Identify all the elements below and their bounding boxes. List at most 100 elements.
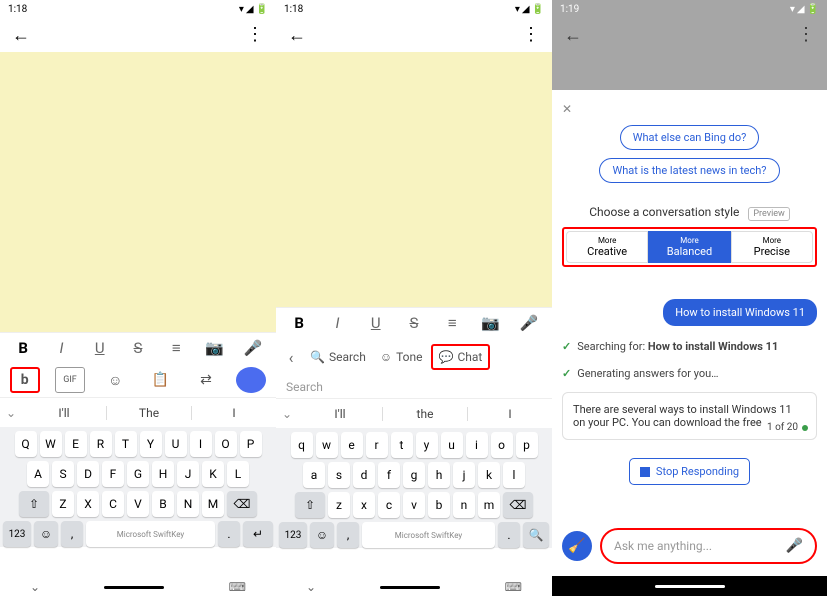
key-b[interactable]: b: [428, 492, 450, 518]
key-i[interactable]: i: [466, 432, 488, 458]
emoji-key[interactable]: ☺: [34, 521, 58, 547]
mic-button[interactable]: 🎤: [517, 314, 541, 332]
list-button[interactable]: ≡: [164, 339, 188, 357]
prediction-2[interactable]: The: [106, 406, 192, 420]
key-o[interactable]: o: [491, 432, 513, 458]
key-p[interactable]: p: [516, 432, 538, 458]
sticker-button[interactable]: ☺: [100, 367, 130, 393]
bold-button[interactable]: B: [287, 314, 311, 332]
mic-button[interactable]: 🎤: [241, 339, 265, 357]
shift-key[interactable]: ⇧: [295, 492, 325, 518]
settings-button[interactable]: [236, 367, 266, 393]
space-key[interactable]: Microsoft SwiftKey: [362, 522, 495, 548]
period-key[interactable]: .: [218, 521, 240, 547]
key-z[interactable]: Z: [52, 491, 74, 517]
key-x[interactable]: x: [353, 492, 375, 518]
key-w[interactable]: w: [316, 432, 338, 458]
new-topic-button[interactable]: 🧹: [562, 531, 592, 561]
more-icon[interactable]: ⋮: [522, 28, 540, 42]
nav-keyboard-icon[interactable]: ⌨: [229, 580, 246, 594]
key-t[interactable]: t: [391, 432, 413, 458]
backspace-key[interactable]: ⌫: [227, 491, 257, 517]
comma-key[interactable]: ,: [337, 522, 359, 548]
key-i[interactable]: I: [190, 431, 212, 457]
key-g[interactable]: G: [127, 461, 149, 487]
key-c[interactable]: C: [102, 491, 124, 517]
key-a[interactable]: A: [27, 461, 49, 487]
nav-keyboard-icon[interactable]: ⌨: [505, 580, 522, 594]
italic-button[interactable]: I: [49, 339, 73, 357]
key-f[interactable]: F: [102, 461, 124, 487]
space-key[interactable]: Microsoft SwiftKey: [86, 521, 215, 547]
key-m[interactable]: M: [202, 491, 224, 517]
key-n[interactable]: N: [177, 491, 199, 517]
key-y[interactable]: Y: [140, 431, 162, 457]
key-s[interactable]: S: [52, 461, 74, 487]
key-e[interactable]: e: [341, 432, 363, 458]
key-q[interactable]: q: [291, 432, 313, 458]
search-input[interactable]: Search: [276, 376, 552, 398]
italic-button[interactable]: I: [325, 314, 349, 332]
prediction-2[interactable]: the: [382, 407, 468, 421]
key-g[interactable]: g: [403, 462, 425, 488]
key-l[interactable]: L: [227, 461, 249, 487]
prediction-1[interactable]: I'll: [298, 407, 382, 421]
key-h[interactable]: h: [428, 462, 450, 488]
camera-button[interactable]: 📷: [203, 339, 227, 357]
note-canvas[interactable]: [0, 52, 276, 332]
key-h[interactable]: H: [152, 461, 174, 487]
more-icon[interactable]: ⋮: [246, 28, 264, 42]
emoji-key[interactable]: ☺: [310, 522, 334, 548]
key-s[interactable]: s: [328, 462, 350, 488]
key-w[interactable]: W: [40, 431, 62, 457]
strike-button[interactable]: S: [402, 314, 426, 332]
key-q[interactable]: Q: [15, 431, 37, 457]
key-o[interactable]: O: [215, 431, 237, 457]
ai-chat-tab[interactable]: 💬Chat: [431, 344, 491, 370]
home-pill[interactable]: [380, 586, 440, 589]
key-p[interactable]: P: [240, 431, 262, 457]
key-l[interactable]: l: [503, 462, 525, 488]
more-icon[interactable]: ⋮: [797, 28, 815, 42]
prediction-3[interactable]: I: [192, 406, 276, 420]
style-precise[interactable]: MorePrecise: [731, 231, 813, 263]
key-e[interactable]: E: [65, 431, 87, 457]
comma-key[interactable]: ,: [61, 521, 83, 547]
key-j[interactable]: J: [177, 461, 199, 487]
ai-back-icon[interactable]: ‹: [280, 348, 302, 367]
key-u[interactable]: u: [441, 432, 463, 458]
key-c[interactable]: c: [378, 492, 400, 518]
period-key[interactable]: .: [498, 522, 520, 548]
camera-button[interactable]: 📷: [479, 314, 503, 332]
style-creative[interactable]: MoreCreative: [566, 231, 648, 263]
num-key[interactable]: 123: [279, 522, 307, 548]
back-icon[interactable]: ←: [564, 25, 582, 46]
bold-button[interactable]: B: [11, 339, 35, 357]
key-v[interactable]: V: [127, 491, 149, 517]
key-f[interactable]: f: [378, 462, 400, 488]
key-n[interactable]: n: [453, 492, 475, 518]
mic-icon[interactable]: 🎤: [786, 538, 803, 554]
home-pill[interactable]: [104, 586, 164, 589]
chip-bing-do[interactable]: What else can Bing do?: [620, 125, 760, 150]
chevron-down-icon[interactable]: ⌄: [276, 407, 298, 421]
chevron-down-icon[interactable]: ⌄: [0, 406, 22, 420]
underline-button[interactable]: U: [364, 314, 388, 332]
list-button[interactable]: ≡: [440, 314, 464, 332]
key-r[interactable]: R: [90, 431, 112, 457]
key-v[interactable]: v: [403, 492, 425, 518]
prediction-1[interactable]: I'll: [22, 406, 106, 420]
search-key[interactable]: 🔍: [523, 522, 549, 548]
key-y[interactable]: y: [416, 432, 438, 458]
enter-key[interactable]: ↵: [243, 521, 273, 547]
key-j[interactable]: j: [453, 462, 475, 488]
nav-back-icon[interactable]: ⌄: [306, 580, 316, 594]
key-b[interactable]: B: [152, 491, 174, 517]
close-icon[interactable]: ✕: [562, 102, 572, 116]
key-z[interactable]: z: [328, 492, 350, 518]
backspace-key[interactable]: ⌫: [503, 492, 533, 518]
key-d[interactable]: D: [77, 461, 99, 487]
key-m[interactable]: m: [478, 492, 500, 518]
underline-button[interactable]: U: [88, 339, 112, 357]
clipboard-button[interactable]: 📋: [146, 367, 176, 393]
